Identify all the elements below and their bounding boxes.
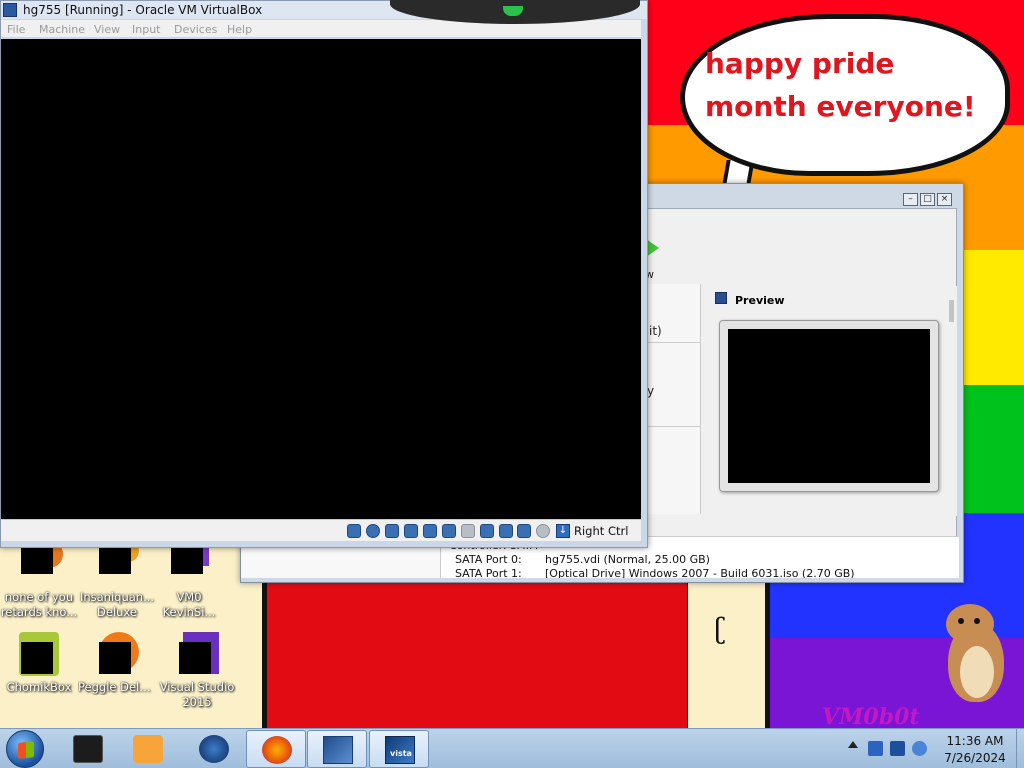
desktop-icon-insaniquarium[interactable]: Insaniquan... Deluxe [78,540,156,620]
usb-icon[interactable] [442,524,456,538]
storage-port-value: [Optical Drive] Windows 2007 - Build 603… [545,567,855,578]
menu-view[interactable]: View [94,23,120,36]
monitor-icon [715,292,727,304]
storage-port-label: SATA Port 0: [455,553,522,566]
desktop-icon-label: Insaniquan... Deluxe [79,590,155,619]
storage-port-label: SATA Port 1: [455,567,522,578]
show-desktop-button[interactable] [1016,729,1024,768]
menu-file[interactable]: File [7,23,25,36]
host-key-icon[interactable]: ↓ [556,524,570,538]
audio-icon[interactable] [404,524,418,538]
taskbar-virtualbox[interactable] [307,730,367,768]
menu-machine[interactable]: Machine [39,23,85,36]
hamster-image [940,600,1008,704]
menu-help[interactable]: Help [227,23,252,36]
firefox-icon [262,736,292,764]
speech-bubble-text: happy pride month everyone! [705,47,976,123]
wallpaper-signature: VM0b0t [822,704,920,728]
maximize-button[interactable]: □ [920,193,935,206]
wallpaper-red-shape [262,560,692,728]
preview-frame [719,320,939,492]
taskbar: vista 11:36 AM 7/26/2024 [0,728,1024,768]
wallpaper-cream-shape [688,560,770,728]
taskbar-firefox[interactable] [246,730,306,768]
desktop-icon-vm0[interactable]: VM0 KevinSi... [150,540,228,620]
optical-drive-icon[interactable] [366,524,380,538]
chomikbox-icon [15,630,63,678]
start-button[interactable] [6,730,44,768]
network-icon[interactable] [423,524,437,538]
vm-window[interactable]: hg755 [Running] - Oracle VM VirtualBox F… [0,0,648,548]
taskbar-vista[interactable]: vista [369,730,429,768]
details-text-fragment: y [647,384,655,398]
virtualization-icon[interactable] [517,524,531,538]
preview-title: Preview [735,294,785,307]
virtualbox-icon [3,3,17,17]
desktop-icon-label: VM0 KevinSi... [162,590,216,619]
media-player-icon [133,735,163,763]
visual-studio-icon [173,630,221,678]
window-title: hg755 [Running] - Oracle VM VirtualBox [23,3,263,17]
display-icon[interactable] [480,524,494,538]
peggle-icon [93,630,141,678]
preview-pane: Preview [707,286,957,516]
scrollbar-thumb[interactable] [949,300,954,322]
floppy-icon[interactable] [385,524,399,538]
clock-date[interactable]: 7/26/2024 [940,751,1010,765]
storage-port-value: hg755.vdi (Normal, 25.00 GB) [545,553,710,566]
desktop-icon-label: Peggle Deluxe [78,680,156,694]
details-pane: it) y [641,284,701,514]
taskbar-media-player[interactable] [118,730,178,768]
hard-disk-icon[interactable] [347,524,361,538]
close-button[interactable]: × [937,193,952,206]
menu-input[interactable]: Input [132,23,160,36]
taskbar-cmd[interactable] [58,730,118,768]
virtualbox-icon [323,736,353,764]
globe-icon [199,735,229,763]
desktop-icon-visual-studio[interactable]: Visual Studio 2015 [158,630,236,710]
windows-logo-icon [18,741,34,759]
tray-expand-icon[interactable] [848,741,858,748]
clock-time[interactable]: 11:36 AM [940,734,1010,748]
details-text-fragment: it) [649,324,662,338]
network-tray-icon[interactable] [868,741,883,756]
status-bar: ↓ Right Ctrl [1,519,641,541]
mouse-integration-icon[interactable] [536,524,550,538]
desktop-icon-label: none of you retards kno... [0,590,78,619]
desktop-icon-chomikbox[interactable]: ChomikBox [0,630,78,695]
vm-display[interactable] [1,39,641,519]
desktop-icon-label: Visual Studio 2015 [159,680,235,709]
cmd-icon [73,735,103,763]
wallpaper-ear-mark: ʗ [714,612,726,645]
host-key-label: Right Ctrl [574,524,629,538]
shared-folders-icon[interactable] [461,524,475,538]
minimize-button[interactable]: – [903,193,918,206]
menu-devices[interactable]: Devices [174,23,217,36]
volume-icon[interactable] [912,741,927,756]
action-center-icon[interactable] [890,741,905,756]
taskbar-globe[interactable] [184,730,244,768]
vista-icon-label: vista [390,749,412,758]
vista-icon: vista [385,736,415,764]
desktop-icon-peggle[interactable]: Peggle Deluxe [78,630,156,695]
desktop-icon-folder[interactable]: none of you retards kno... [0,540,78,620]
desktop-icon-label: ChomikBox [6,680,72,694]
preview-screen [728,329,930,483]
recording-icon[interactable] [499,524,513,538]
